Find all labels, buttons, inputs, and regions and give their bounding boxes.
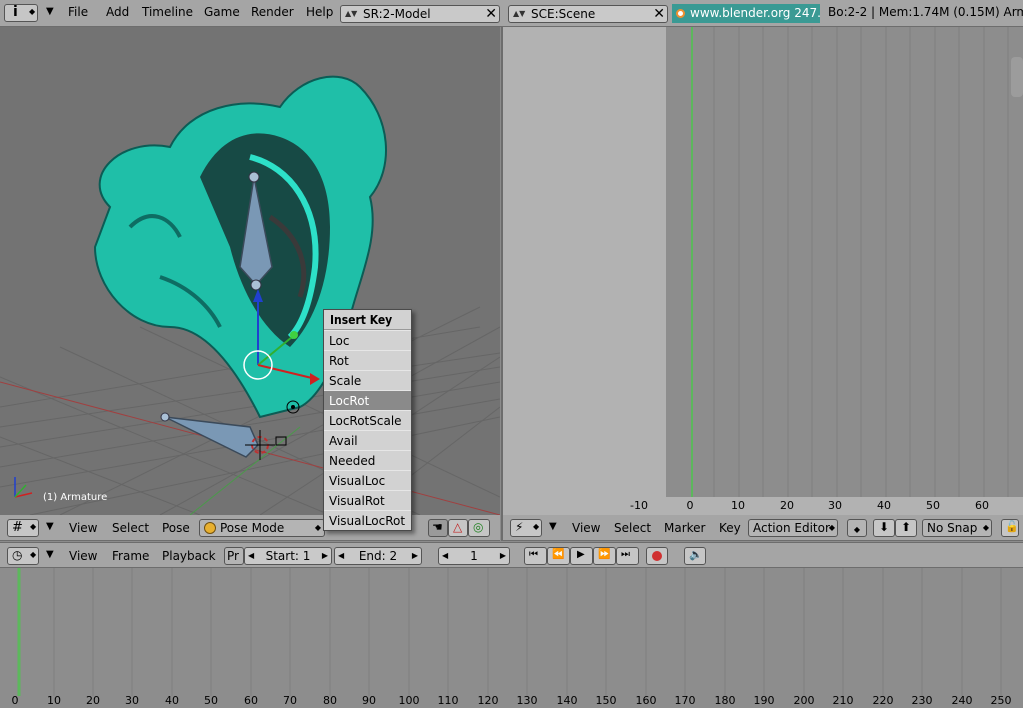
action-ruler: -10 0 10 20 30 40 50 60 [503,497,1023,515]
timeline-area[interactable]: 0 10 20 30 40 50 60 70 80 90 100 110 120… [0,568,1023,708]
grid-icon[interactable]: # ◆ [7,519,39,537]
insert-key-locrot[interactable]: LocRot [324,390,411,410]
blender-url-label: www.blender.org 247.1 [672,4,820,23]
status-text: Bo:2-2 | Mem:1.74M (0.15M) Arm [828,5,1023,19]
action-editor-header: ⚡ ◆ ▼ View Select Marker Key Action Edit… [501,515,1023,541]
top-menu-bar: i ◆ ▼ File Add Timeline Game Render Help… [0,0,1023,27]
insert-key-menu: Insert Key Loc Rot Scale LocRot LocRotSc… [323,309,412,531]
action-menu-select[interactable]: Select [614,520,651,536]
insert-key-visualrot[interactable]: VisualRot [324,490,411,510]
insert-key-loc[interactable]: Loc [324,330,411,350]
viewport-menu-pose[interactable]: Pose [162,520,190,536]
updown-arrows-icon: ▲▼ [345,9,358,18]
menu-render[interactable]: Render [251,5,294,19]
timeline-menu-playback[interactable]: Playback [162,548,216,564]
circle-tool-icon[interactable]: ◎ [468,519,490,537]
close-icon[interactable]: ✕ [653,6,665,22]
triangle-tool-icon[interactable]: △ [448,519,468,537]
insert-key-needed[interactable]: Needed [324,450,411,470]
axis-widget-icon [14,477,33,498]
viewport-scene [0,75,500,515]
arrow-right-icon[interactable]: ▶ [412,548,418,564]
insert-key-visuallocrot[interactable]: VisualLocRot [324,510,411,530]
mode-selector[interactable]: Pose Mode ◆ [199,519,325,537]
timeline-header: ◷ ◆ ▼ View Frame Playback Pr ◀ Start: 1 … [0,542,1023,568]
timeline-menu-view[interactable]: View [69,548,97,564]
viewport-menu-view[interactable]: View [69,520,97,536]
close-icon[interactable]: ✕ [485,6,497,22]
key-up-icon[interactable]: ⬆ [895,519,917,537]
editor-type-selector[interactable]: Action Editor ◆ [748,519,838,537]
action-browse-button[interactable]: ◆ [847,519,867,537]
timeline-ruler: 0 10 20 30 40 50 60 70 80 90 100 110 120… [11,694,1012,707]
menu-timeline[interactable]: Timeline [142,5,193,19]
play-icon[interactable]: ▶ [570,547,593,565]
timeline-grid [17,568,1002,696]
action-menu-marker[interactable]: Marker [664,520,705,536]
menu-help[interactable]: Help [306,5,333,19]
insert-key-rot[interactable]: Rot [324,350,411,370]
menu-file[interactable]: File [68,5,88,19]
collapse-triangle-icon[interactable]: ▼ [46,549,54,560]
arrow-right-icon[interactable]: ▶ [322,548,328,564]
menu-game[interactable]: Game [204,5,240,19]
blender-logo-icon [676,9,685,18]
pose-mode-icon [204,522,216,534]
action-editor-icon[interactable]: ⚡ ◆ [510,519,542,537]
arrow-left-icon[interactable]: ◀ [248,548,254,564]
info-icon[interactable]: i ◆ [4,4,38,22]
viewport-menu-select[interactable]: Select [112,520,149,536]
current-frame-field[interactable]: ◀ 1 ▶ [438,547,510,565]
speaker-icon[interactable]: 🔈 [684,547,706,565]
start-frame-field[interactable]: ◀ Start: 1 ▶ [244,547,332,565]
scene-selector[interactable]: ▲▼ SCE:Scene ✕ [508,5,668,23]
action-menu-view[interactable]: View [572,520,600,536]
arrow-left-icon[interactable]: ◀ [338,548,344,564]
arrow-left-icon[interactable]: ◀ [442,548,448,564]
collapse-triangle-icon[interactable]: ▼ [46,6,54,17]
arrow-right-icon[interactable]: ▶ [500,548,506,564]
collapse-triangle-icon[interactable]: ▼ [46,521,54,532]
action-scrollbar[interactable] [1011,57,1023,97]
updown-arrows-icon: ◆ [314,523,321,532]
insert-key-locrotscale[interactable]: LocRotScale [324,410,411,430]
action-grid [691,27,1009,497]
clock-icon[interactable]: ◷ ◆ [7,547,39,565]
rewind-icon[interactable]: ⏪ [547,547,570,565]
insert-key-avail[interactable]: Avail [324,430,411,450]
insert-key-visualloc[interactable]: VisualLoc [324,470,411,490]
record-icon[interactable] [646,547,668,565]
viewport-header: # ◆ ▼ View Select Pose Pose Mode ◆ ☚ △ ◎ [0,515,500,541]
action-menu-key[interactable]: Key [719,520,741,536]
action-channel-list[interactable] [503,27,666,497]
3d-viewport[interactable]: (1) Armature [0,27,500,515]
menu-add[interactable]: Add [106,5,129,19]
object-label: (1) Armature [43,492,108,503]
key-down-icon[interactable]: ⬇ [873,519,895,537]
hand-tool-icon[interactable]: ☚ [428,519,448,537]
preview-range-button[interactable]: Pr [224,547,244,565]
end-frame-field[interactable]: ◀ End: 2 ▶ [334,547,422,565]
updown-arrows-icon: ◆ [982,523,989,532]
action-keyframe-area[interactable] [666,27,1023,497]
lock-icon[interactable]: 🔓 [1001,519,1019,537]
forward-icon[interactable]: ⏩ [593,547,616,565]
screen-selector[interactable]: ▲▼ SR:2-Model ✕ [340,5,500,23]
insert-key-title: Insert Key [324,310,411,330]
collapse-triangle-icon[interactable]: ▼ [549,521,557,532]
action-editor-panel[interactable]: -10 0 10 20 30 40 50 60 [501,27,1023,515]
insert-key-scale[interactable]: Scale [324,370,411,390]
snap-selector[interactable]: No Snap ◆ [922,519,992,537]
updown-arrows-icon: ◆ [828,523,835,532]
jump-end-icon[interactable]: ⏭ [616,547,639,565]
timeline-menu-frame[interactable]: Frame [112,548,149,564]
updown-arrows-icon: ▲▼ [513,9,526,18]
jump-start-icon[interactable]: ⏮ [524,547,547,565]
